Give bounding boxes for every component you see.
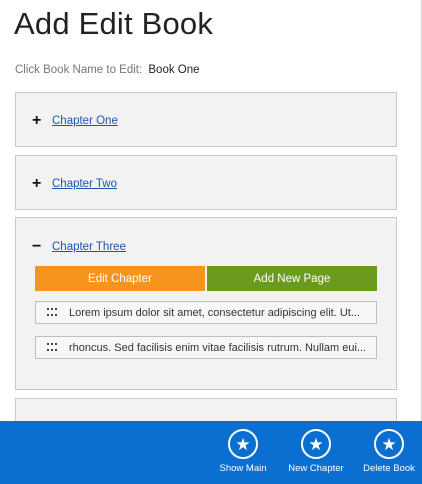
page-excerpt: rhoncus. Sed facilisis enim vitae facili…: [69, 341, 367, 354]
chapter-link-three[interactable]: Chapter Three: [52, 241, 126, 253]
chapter-link-two[interactable]: Chapter Two: [52, 178, 117, 190]
show-main-button[interactable]: ★ Show Main: [213, 429, 273, 474]
chapter-panel-two: + Chapter Two: [15, 155, 397, 210]
chapter-panel-one: + Chapter One: [15, 92, 397, 147]
edit-instruction: Click Book Name to Edit: Book One: [15, 64, 200, 76]
star-icon: ★: [228, 429, 258, 459]
show-main-label: Show Main: [219, 463, 267, 474]
app-bar: ★ Show Main ★ New Chapter ★ Delete Book: [0, 421, 422, 484]
chapter-actions: Edit Chapter Add New Page: [35, 266, 377, 291]
new-chapter-label: New Chapter: [288, 463, 344, 474]
chapter-header: + Chapter One: [32, 113, 118, 129]
drag-handle-icon[interactable]: [47, 342, 57, 353]
book-name[interactable]: Book One: [148, 64, 199, 76]
page-title: Add Edit Book: [14, 6, 214, 41]
expand-icon[interactable]: +: [32, 176, 52, 192]
drag-handle-icon[interactable]: [47, 307, 57, 318]
add-new-page-button[interactable]: Add New Page: [207, 266, 377, 291]
new-chapter-button[interactable]: ★ New Chapter: [286, 429, 346, 474]
delete-book-label: Delete Book: [363, 463, 415, 474]
delete-book-button[interactable]: ★ Delete Book: [359, 429, 419, 474]
page-excerpt: Lorem ipsum dolor sit amet, consectetur …: [69, 306, 361, 319]
chapter-header: + Chapter Two: [32, 176, 117, 192]
collapse-icon[interactable]: −: [32, 239, 52, 255]
instruction-label: Click Book Name to Edit:: [15, 64, 143, 76]
page-list-item[interactable]: Lorem ipsum dolor sit amet, consectetur …: [35, 301, 377, 324]
star-icon: ★: [301, 429, 331, 459]
chapter-panel-three: − Chapter Three Edit Chapter Add New Pag…: [15, 217, 397, 390]
chapter-link-one[interactable]: Chapter One: [52, 115, 118, 127]
chapter-header: − Chapter Three: [32, 239, 126, 255]
page-list-item[interactable]: rhoncus. Sed facilisis enim vitae facili…: [35, 336, 377, 359]
edit-chapter-button[interactable]: Edit Chapter: [35, 266, 205, 291]
star-icon: ★: [374, 429, 404, 459]
add-edit-book-page: Add Edit Book Click Book Name to Edit: B…: [0, 0, 422, 484]
expand-icon[interactable]: +: [32, 113, 52, 129]
